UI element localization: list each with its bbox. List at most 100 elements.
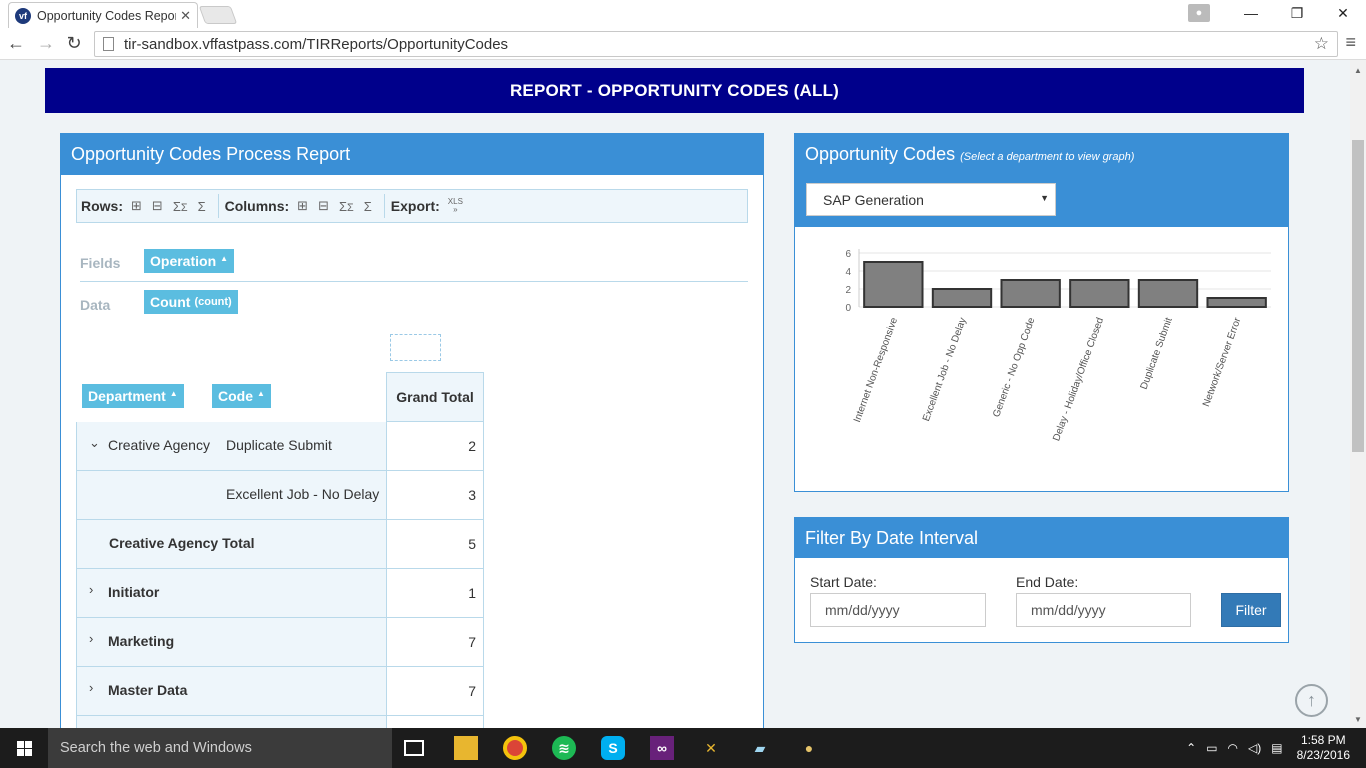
volume-icon[interactable]: ◁) xyxy=(1248,741,1261,755)
scroll-down-arrow-icon[interactable]: ▼ xyxy=(1354,715,1362,724)
close-window-button[interactable]: ✕ xyxy=(1320,5,1366,22)
columns-expand-all-icon[interactable]: ⊞ xyxy=(297,198,308,214)
tab-title: Opportunity Codes Repor xyxy=(37,8,177,23)
rows-subtotals-icon[interactable]: ΣΣ xyxy=(173,199,188,214)
filter-button[interactable]: Filter xyxy=(1221,593,1281,627)
scroll-up-arrow-icon[interactable]: ▲ xyxy=(1354,66,1362,75)
page-content: REPORT - OPPORTUNITY CODES (ALL) Opportu… xyxy=(0,60,1350,728)
code-cell: Excellent Job - No Delay xyxy=(226,486,380,502)
columns-label: Columns: xyxy=(224,198,290,214)
task-view-icon[interactable] xyxy=(404,740,424,756)
forward-arrow-icon[interactable]: → xyxy=(34,32,58,54)
rows-totals-icon[interactable]: Σ xyxy=(198,199,206,214)
row-header-label: Department xyxy=(88,388,166,404)
start-date-input[interactable]: mm/dd/yyyy xyxy=(810,593,986,627)
sort-asc-icon: ▲ xyxy=(169,388,178,398)
grand-total-cell: 3 xyxy=(386,471,484,520)
start-button[interactable] xyxy=(0,728,48,768)
pivot-panel-title: Opportunity Codes Process Report xyxy=(61,134,763,175)
chrome-icon[interactable] xyxy=(503,736,527,760)
grand-total-cell: 7 xyxy=(386,618,484,667)
field-chip-label: Operation xyxy=(150,253,217,269)
chevron-down-icon[interactable]: ⌄ xyxy=(89,435,100,451)
table-row: › Marketing 7 xyxy=(76,618,484,667)
field-chip-operation[interactable]: Operation ▲ xyxy=(144,249,235,273)
rows-label: Rows: xyxy=(81,198,123,214)
chart-panel-title: Opportunity Codes (Select a department t… xyxy=(805,144,1134,165)
columns-collapse-all-icon[interactable]: ⊟ xyxy=(318,198,329,214)
table-row: › Initiator 1 xyxy=(76,569,484,618)
fields-row: Fields Operation ▲ xyxy=(80,248,748,282)
minimize-button[interactable]: — xyxy=(1228,5,1274,21)
page-info-icon[interactable] xyxy=(103,37,114,51)
columns-subtotals-icon[interactable]: ΣΣ xyxy=(339,199,354,214)
back-arrow-icon[interactable]: ← xyxy=(4,32,28,54)
columns-totals-icon[interactable]: Σ xyxy=(364,199,372,214)
data-label: Data xyxy=(80,297,111,313)
paint-icon[interactable]: ● xyxy=(797,736,821,760)
skype-icon[interactable]: S xyxy=(601,736,625,760)
chevron-right-icon[interactable]: › xyxy=(89,582,93,597)
wifi-icon[interactable]: ◠ xyxy=(1228,741,1238,755)
taskbar-clock[interactable]: 1:58 PM 8/23/2016 xyxy=(1297,733,1350,763)
page-scrollbar[interactable]: ▲ ▼ xyxy=(1350,60,1366,728)
bar-chart: 0 2 4 6 Internet Non-Responsive Excellent Job… xyxy=(845,249,1271,443)
row-header-cell: › Initiator xyxy=(76,569,387,618)
chevron-right-icon[interactable]: › xyxy=(89,631,93,646)
battery-icon[interactable]: ▭ xyxy=(1206,741,1217,755)
table-row: Creative Agency Total 5 xyxy=(76,520,484,569)
data-row: Data Count (count) xyxy=(80,290,748,320)
address-bar[interactable]: tir-sandbox.vffastpass.com/TIRReports/Op… xyxy=(94,31,1338,57)
department-select[interactable]: SAP Generation ▼ xyxy=(806,183,1056,216)
reload-icon[interactable]: ↻ xyxy=(62,32,86,54)
chevron-right-icon[interactable]: › xyxy=(89,680,93,695)
grand-total-cell: 7 xyxy=(386,667,484,716)
browser-toolbar: ← → ↻ tir-sandbox.vffastpass.com/TIRRepo… xyxy=(0,28,1366,60)
tab-close-icon[interactable]: ✕ xyxy=(180,8,191,24)
table-row: ⌄ Creative Agency Duplicate Submit 2 xyxy=(76,422,484,471)
grand-total-header: Grand Total xyxy=(386,372,484,422)
scroll-to-top-button[interactable]: ↑ xyxy=(1295,684,1328,717)
browser-tab[interactable]: vf Opportunity Codes Repor ✕ xyxy=(8,2,198,28)
new-tab-button[interactable] xyxy=(198,6,238,24)
clock-date: 8/23/2016 xyxy=(1296,748,1350,762)
restore-button[interactable]: ❐ xyxy=(1274,5,1320,22)
action-center-icon[interactable]: ▤ xyxy=(1271,741,1282,755)
export-label: Export: xyxy=(390,198,440,214)
toolbar-divider xyxy=(217,194,219,218)
notes-app-icon[interactable]: ▰ xyxy=(748,736,772,760)
tools-icon[interactable]: ✕ xyxy=(699,736,723,760)
end-date-input[interactable]: mm/dd/yyyy xyxy=(1016,593,1191,627)
column-drop-zone[interactable] xyxy=(390,334,441,361)
x-tick-label: Internet Non-Responsive xyxy=(852,316,900,424)
taskbar-search-box[interactable]: Search the web and Windows xyxy=(48,728,392,768)
user-profile-icon[interactable]: ● xyxy=(1188,4,1210,22)
bookmark-star-icon[interactable]: ☆ xyxy=(1314,34,1329,54)
visual-studio-icon[interactable]: ∞ xyxy=(650,736,674,760)
row-header-cell: › Master Data xyxy=(76,667,387,716)
scrollbar-thumb[interactable] xyxy=(1352,140,1364,452)
clock-time: 1:58 PM xyxy=(1300,733,1346,747)
rows-expand-all-icon[interactable]: ⊞ xyxy=(131,198,142,214)
row-header-cell: Excellent Job - No Delay xyxy=(76,471,387,520)
spotify-icon[interactable]: ≋ xyxy=(552,736,576,760)
browser-tabbar: vf Opportunity Codes Repor ✕ ● — ❐ ✕ xyxy=(0,0,1366,28)
row-header-department[interactable]: Department ▲ xyxy=(82,384,184,408)
code-cell: Duplicate Submit xyxy=(226,437,332,453)
department-cell: Marketing xyxy=(108,633,175,649)
browser-menu-icon[interactable]: ≡ xyxy=(1345,32,1356,53)
row-header-code[interactable]: Code ▲ xyxy=(212,384,271,408)
grand-total-cell: 1 xyxy=(386,569,484,618)
table-row: Excellent Job - No Delay 3 xyxy=(76,471,484,520)
show-hidden-icons-icon[interactable]: ⌃ xyxy=(1186,741,1196,755)
data-chip-label: Count xyxy=(150,294,191,310)
data-chip-count[interactable]: Count (count) xyxy=(144,290,238,314)
bar xyxy=(1069,279,1130,308)
chart-panel: Opportunity Codes (Select a department t… xyxy=(794,133,1289,492)
rows-collapse-all-icon[interactable]: ⊟ xyxy=(152,198,163,214)
y-tick-label: 0 xyxy=(845,303,851,314)
window-controls: ● — ❐ ✕ xyxy=(1188,0,1366,26)
export-xls-button[interactable]: XLS» xyxy=(448,198,463,214)
file-explorer-icon[interactable] xyxy=(454,736,478,760)
y-tick-label: 2 xyxy=(845,285,851,296)
